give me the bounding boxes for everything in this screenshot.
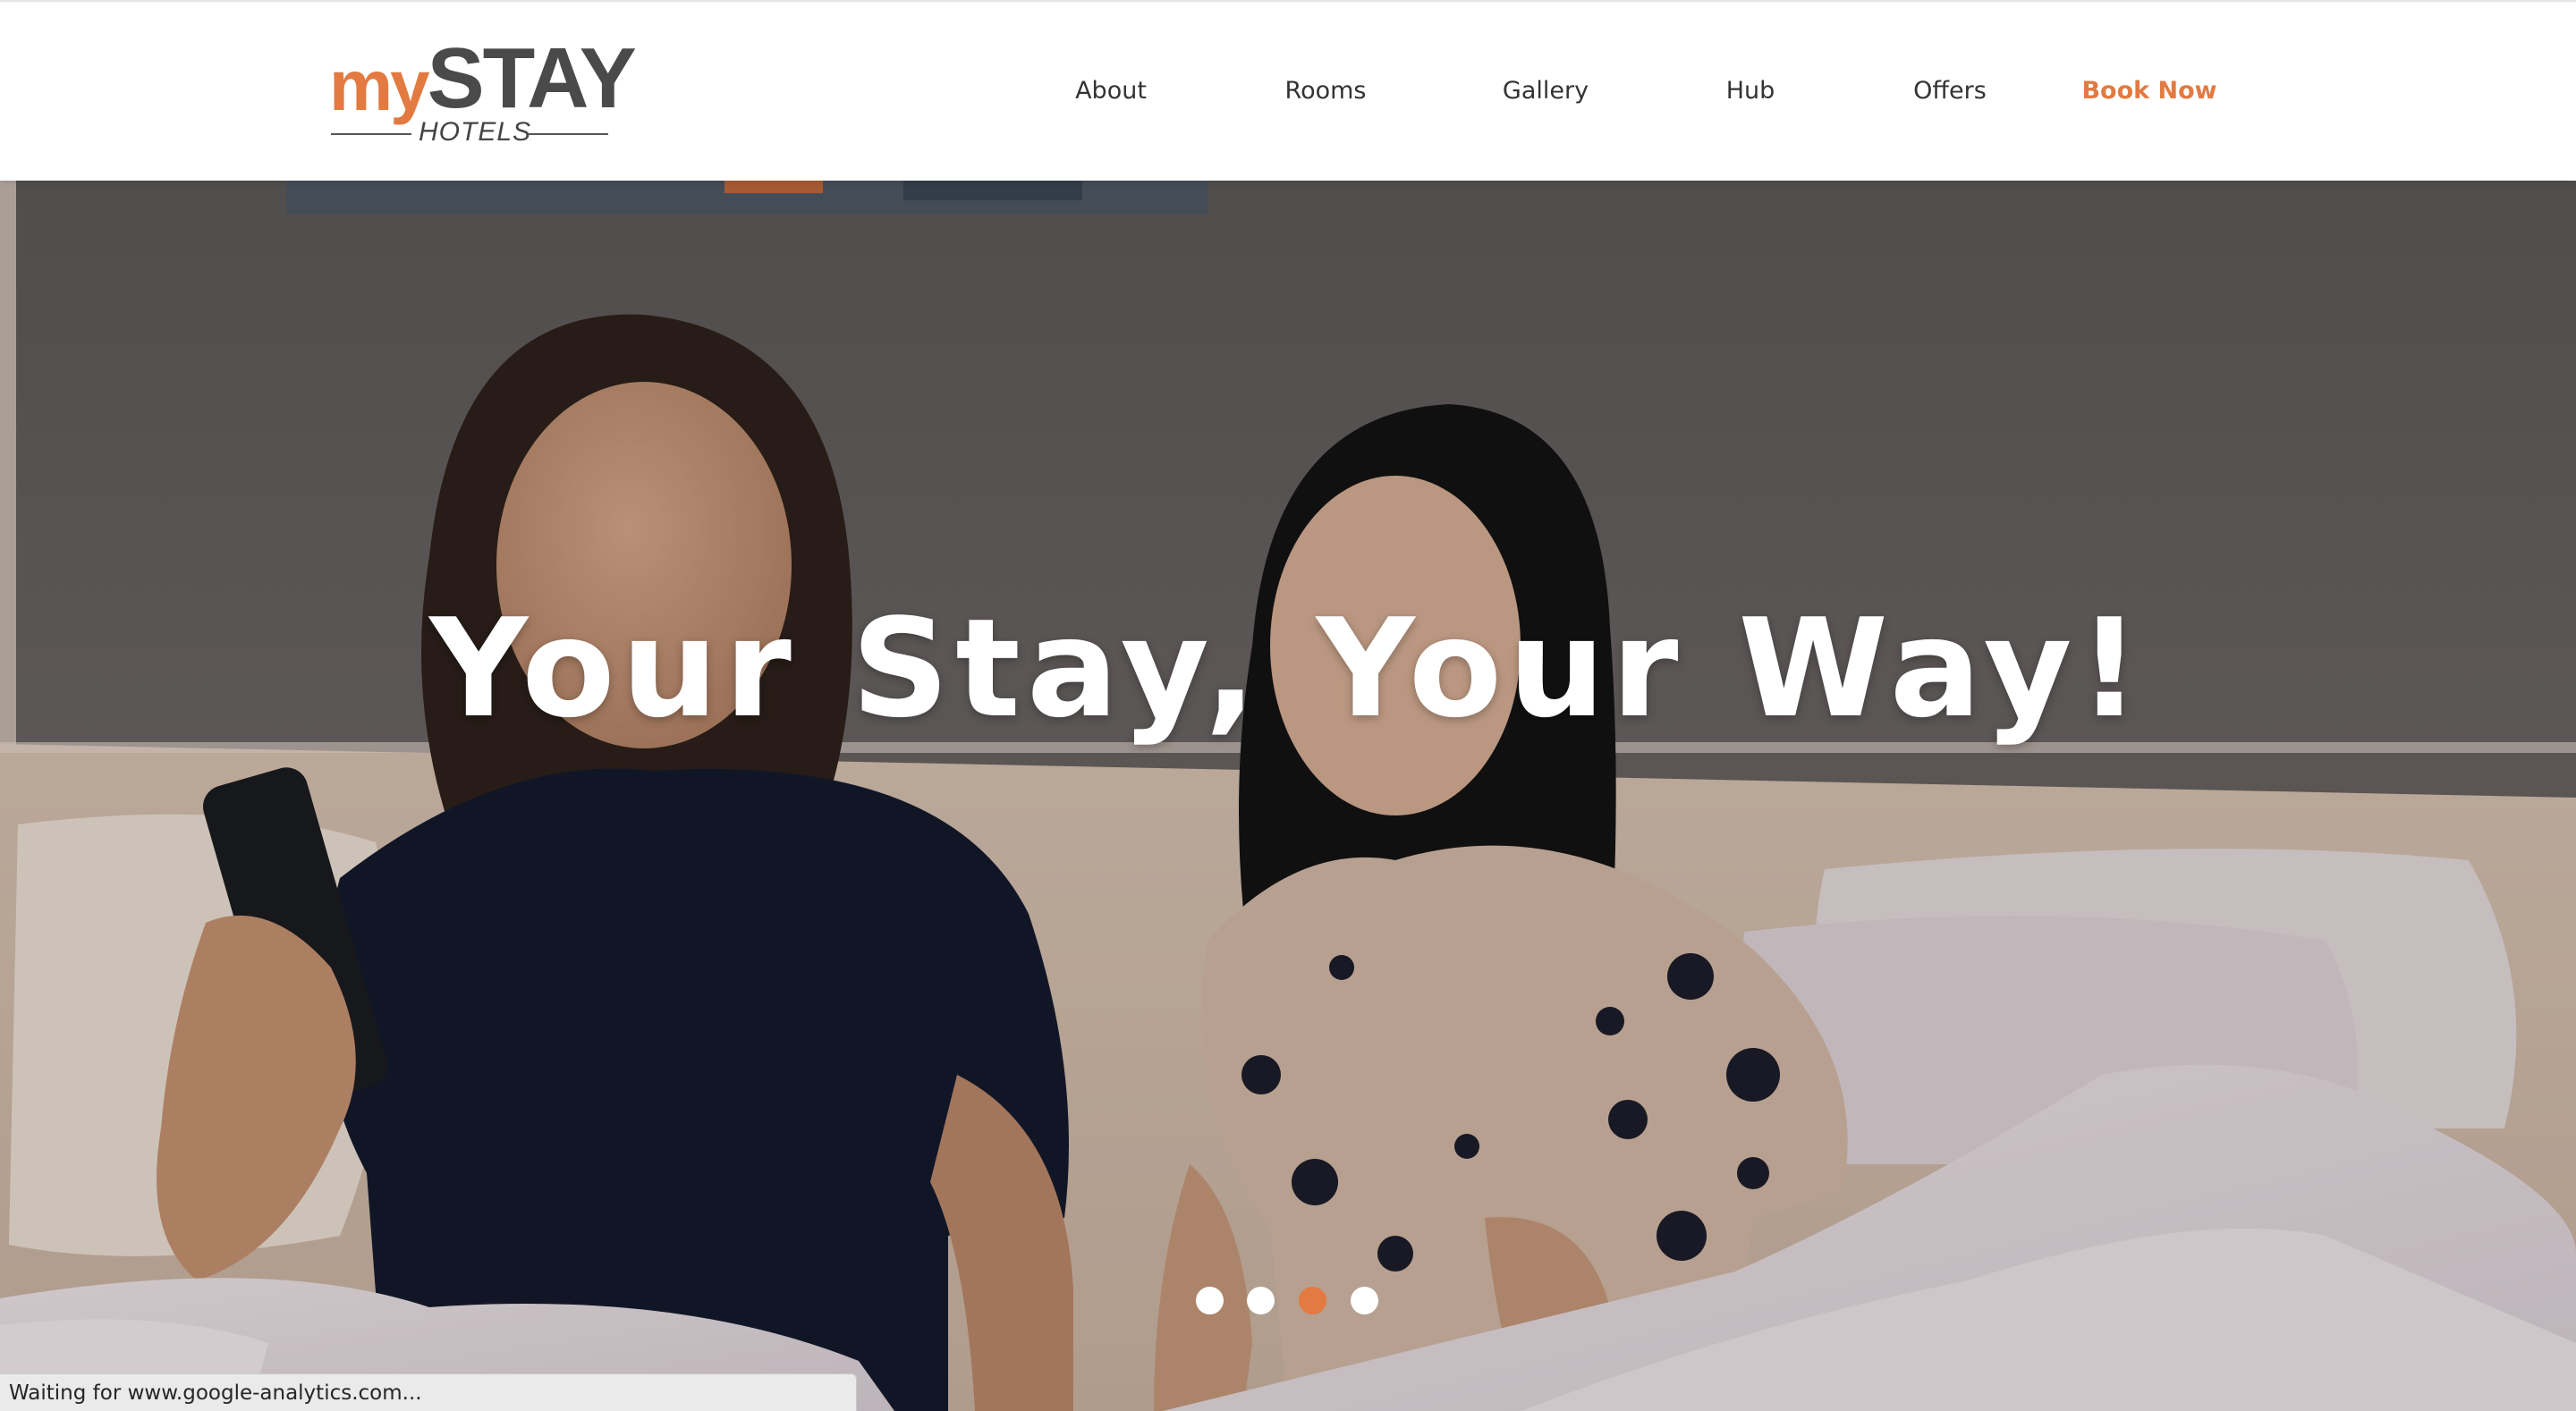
hero-title: Your Stay, Your Way! [429,589,2147,748]
main-nav: About Rooms Gallery Hub Offers Book Now [0,2,2576,181]
carousel-dot-3[interactable] [1299,1287,1326,1314]
book-now-link[interactable]: Book Now [2081,72,2216,111]
carousel-dot-1[interactable] [1196,1287,1224,1314]
nav-gallery-link[interactable]: Gallery [1503,72,1589,111]
carousel-dot-4[interactable] [1351,1287,1378,1314]
nav-about-link[interactable]: About [1075,72,1147,111]
carousel-dot-2[interactable] [1247,1287,1275,1314]
hero-carousel: Your Stay, Your Way! [0,181,2576,1411]
nav-offers-link[interactable]: Offers [1913,72,1987,111]
hero-dim-overlay [0,181,2576,1411]
browser-status-bar: Waiting for www.google-analytics.com... [0,1373,857,1411]
nav-rooms-link[interactable]: Rooms [1285,72,1367,111]
page: mySTAY HOTELS About Rooms Gallery Hub Of… [0,0,2576,1411]
nav-hub-link[interactable]: Hub [1726,72,1775,111]
site-header: mySTAY HOTELS About Rooms Gallery Hub Of… [0,0,2576,181]
